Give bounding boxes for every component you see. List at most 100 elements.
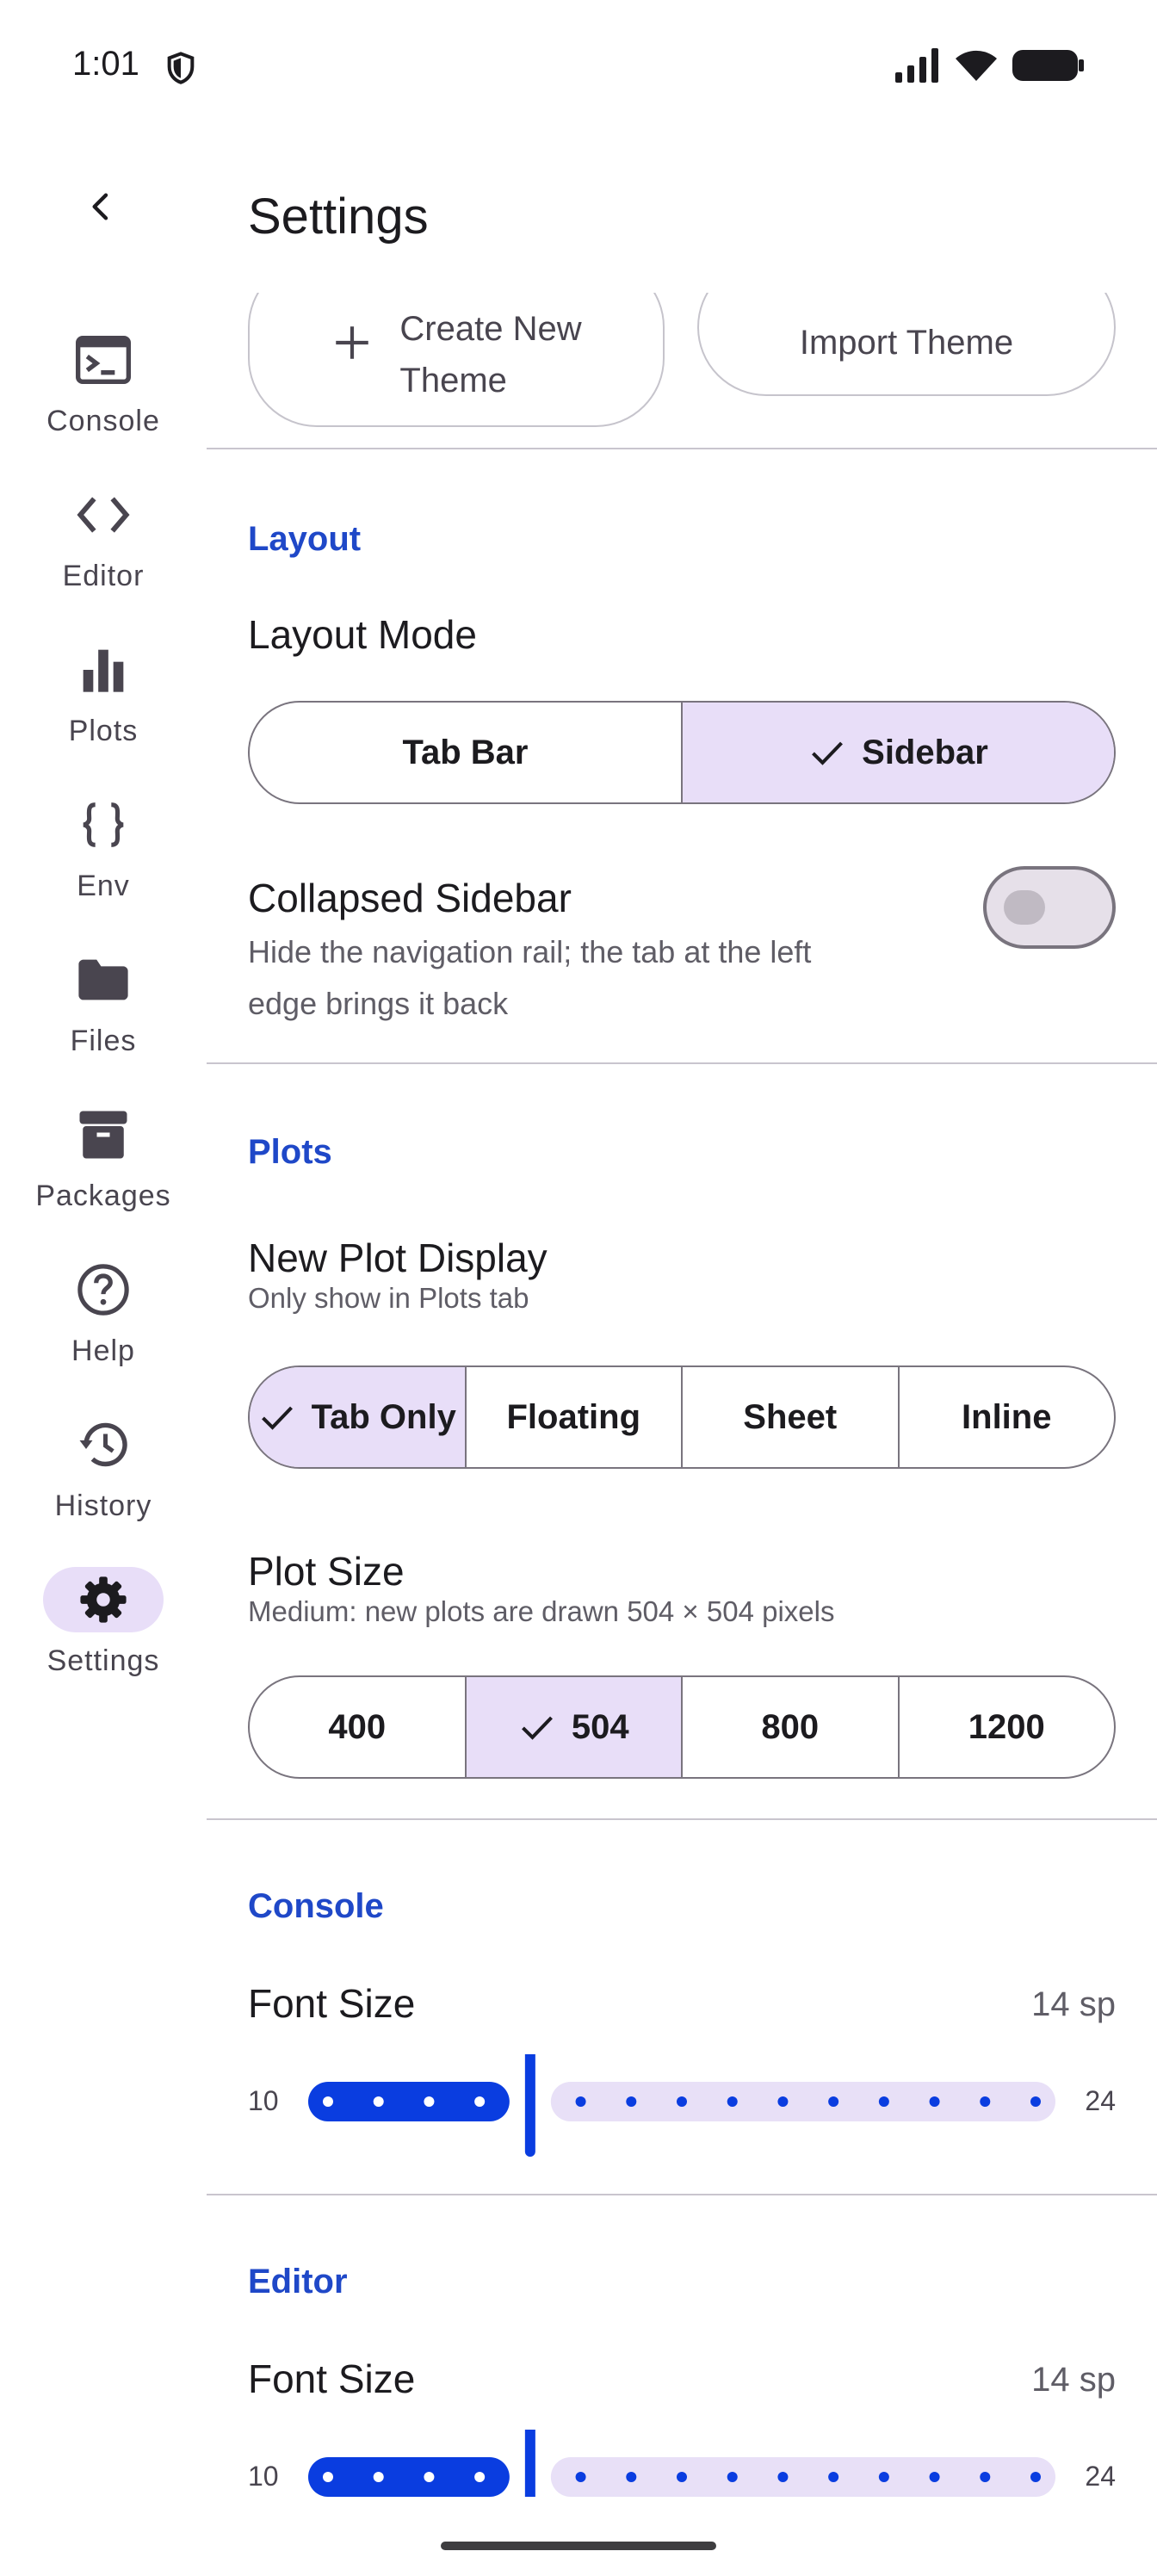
section-title-layout: Layout [248,520,362,558]
nav-item-console[interactable]: Console [0,327,207,482]
slider-tick [777,2472,789,2482]
editor-font-size-title: Font Size [248,2356,416,2401]
layout-mode-toggle[interactable]: Tab Bar Sidebar [248,701,1116,804]
layout-mode-title: Layout Mode [248,612,477,657]
history-icon [79,1422,127,1467]
plot-size-option-label: 800 [761,1707,820,1746]
nav-item-editor[interactable]: Editor [0,482,207,637]
slider-tick [575,2472,586,2482]
nav-label: Editor [62,560,145,592]
signal-icon [895,48,938,83]
code-icon [77,497,130,533]
plot-size-option-800[interactable]: 800 [681,1677,898,1777]
nav-item-env[interactable]: Env [0,792,207,947]
check-icon [261,1406,293,1430]
divider [207,2194,1157,2195]
import-theme-button[interactable]: Import Theme [697,293,1116,396]
plot-display-option-label: Tab Only [311,1397,456,1436]
slider-tick [373,2096,384,2107]
gear-icon [80,1576,127,1623]
archive-icon [79,1111,127,1159]
slider-tick [323,2096,333,2107]
nav-label: Env [77,870,130,902]
braces-icon [83,802,124,847]
plot-display-toggle[interactable]: Tab Only Floating Sheet Inline [248,1365,1116,1469]
create-theme-label-line1: Create New [399,310,582,348]
nav-icon-wrap [43,1257,164,1322]
settings-content: Create New Theme Import Theme Layout Lay… [207,293,1157,2497]
plot-size-desc: Medium: new plots are drawn 504 × 504 pi… [248,1595,835,1627]
battery-icon [1012,50,1084,81]
plot-size-option-504[interactable]: 504 [464,1677,681,1777]
plot-display-option-tab-only[interactable]: Tab Only [250,1367,465,1467]
editor-font-size-value: 14 sp [1031,2361,1116,2399]
layout-option-tab-bar[interactable]: Tab Bar [250,703,681,802]
bar-chart-icon [83,649,124,692]
console-font-size-slider[interactable]: 10 24 [248,2054,1116,2157]
plot-display-option-label: Sheet [743,1397,838,1436]
terminal-icon [76,336,131,384]
nav-icon-wrap [43,947,164,1012]
wifi-icon [956,50,997,81]
slider-track [308,2430,1055,2497]
check-icon [521,1716,553,1740]
plot-display-option-floating[interactable]: Floating [464,1367,682,1467]
nav-label: Files [70,1025,137,1057]
slider-tick [626,2096,637,2107]
section-title-plots: Plots [248,1133,332,1171]
nav-icon-wrap [43,482,164,548]
slider-tick [929,2472,940,2482]
nav-label: Console [46,405,160,437]
nav-label: Help [71,1334,135,1367]
slider-thumb[interactable] [524,2430,535,2497]
plot-size-option-1200[interactable]: 1200 [897,1677,1115,1777]
nav-icon-wrap [43,1102,164,1167]
slider-min-label: 10 [248,2461,279,2492]
collapsed-sidebar-desc-line1: Hide the navigation rail; the tab at the… [248,934,812,969]
nav-icon-wrap [43,792,164,858]
nav-label: History [54,1489,152,1522]
create-theme-label: Create New Theme [399,303,581,406]
nav-item-history[interactable]: History [0,1412,207,1567]
plot-display-desc: Only show in Plots tab [248,1282,529,1314]
nav-icon-wrap [43,1412,164,1477]
plot-size-option-label: 400 [328,1707,387,1746]
nav-item-plots[interactable]: Plots [0,637,207,792]
slider-thumb[interactable] [524,2054,535,2157]
plot-display-option-label: Floating [506,1397,641,1436]
editor-font-size-slider[interactable]: 10 24 [248,2430,1116,2497]
plot-display-option-sheet[interactable]: Sheet [681,1367,898,1467]
slider-tick [626,2472,637,2482]
nav-label: Settings [46,1644,160,1677]
divider [207,1818,1157,1820]
divider [207,1062,1157,1064]
folder-icon [78,959,128,1000]
divider [207,448,1157,449]
collapsed-sidebar-desc: Hide the navigation rail; the tab at the… [248,926,811,1030]
slider-tick [575,2096,586,2107]
create-theme-label-line2: Theme [399,362,507,399]
layout-option-sidebar[interactable]: Sidebar [681,703,1114,802]
slider-tick [323,2472,333,2482]
nav-item-files[interactable]: Files [0,947,207,1102]
slider-tick [424,2472,435,2482]
arrow-back-icon [92,193,108,220]
slider-tick [980,2472,991,2482]
create-theme-button[interactable]: Create New Theme [248,293,665,427]
console-font-size-title: Font Size [248,1981,416,2026]
console-font-size-value: 14 sp [1031,1985,1116,2023]
slider-tick [777,2096,789,2107]
plot-size-option-400[interactable]: 400 [250,1677,465,1777]
nav-label: Plots [68,715,139,747]
nav-item-packages[interactable]: Packages [0,1102,207,1257]
layout-option-label: Sidebar [862,733,988,771]
plot-display-option-inline[interactable]: Inline [897,1367,1115,1467]
nav-item-settings[interactable]: Settings [0,1567,207,1722]
import-theme-label: Import Theme [799,323,1014,362]
section-title-editor: Editor [248,2263,348,2300]
collapsed-sidebar-switch[interactable] [983,866,1116,949]
nav-item-help[interactable]: Help [0,1257,207,1412]
plot-size-toggle[interactable]: 400 504 800 1200 [248,1675,1116,1779]
back-button[interactable] [77,183,126,231]
slider-tick [828,2472,839,2482]
